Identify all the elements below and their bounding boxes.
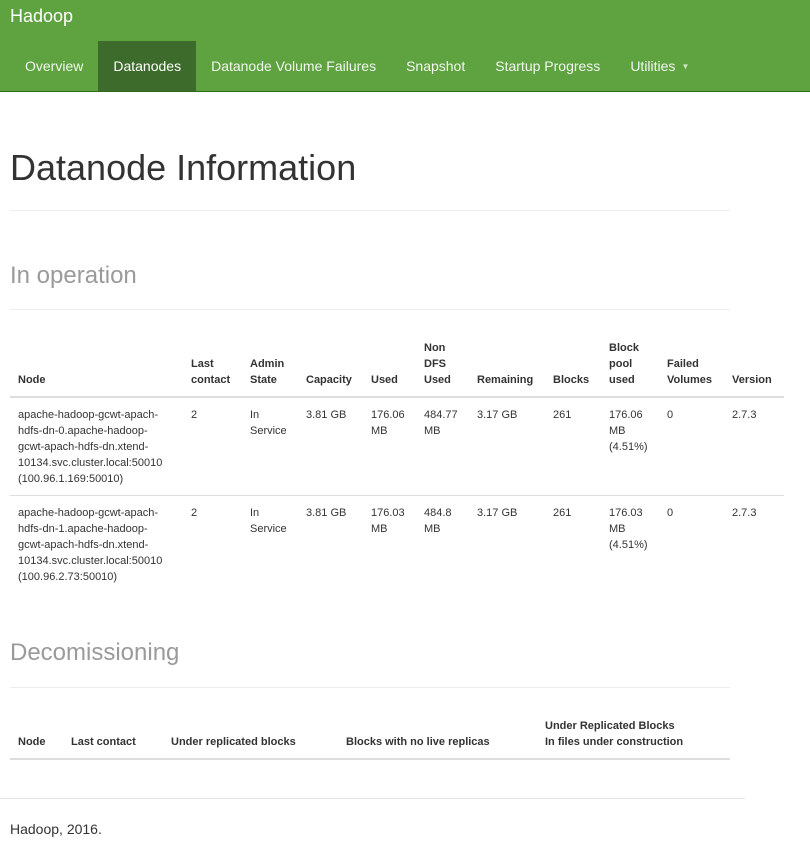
cell-blocks: 261 xyxy=(545,396,601,496)
col-capacity: Capacity xyxy=(298,336,363,398)
nav-snapshot[interactable]: Snapshot xyxy=(391,41,480,91)
cell-last-contact: 2 xyxy=(183,495,242,593)
nav-datanode-volume-failures[interactable]: Datanode Volume Failures xyxy=(196,41,391,91)
cell-block-pool-used: 176.03 MB (4.51%) xyxy=(601,495,659,593)
nav-utilities-label: Utilities xyxy=(630,58,676,74)
caret-down-icon: ▼ xyxy=(681,62,690,72)
col-last-contact: Last contact xyxy=(63,714,163,760)
decommissioning-heading: Decomissioning xyxy=(10,639,180,666)
cell-node: apache-hadoop-gcwt-apach-hdfs-dn-1.apach… xyxy=(10,495,183,593)
cell-remaining: 3.17 GB xyxy=(469,495,545,593)
table-row: apache-hadoop-gcwt-apach-hdfs-dn-0.apach… xyxy=(10,396,784,496)
navbar: Hadoop Overview Datanodes Datanode Volum… xyxy=(0,0,810,92)
footer-divider xyxy=(0,798,745,799)
col-blocks-no-live-replicas: Blocks with no live replicas xyxy=(338,714,537,760)
col-under-replicated-blocks: Under replicated blocks xyxy=(163,714,338,760)
page-title: Datanode Information xyxy=(10,147,357,188)
cell-remaining: 3.17 GB xyxy=(469,396,545,496)
nav-datanodes[interactable]: Datanodes xyxy=(98,41,197,91)
in-operation-table: Node Last contact Admin State Capacity Use… xyxy=(10,336,784,593)
col-failed-volumes: Failed Volumes xyxy=(659,336,724,398)
table-header-row: Node Last contact Under replicated block… xyxy=(10,714,730,760)
col-remaining: Remaining xyxy=(469,336,545,398)
cell-node: apache-hadoop-gcwt-apach-hdfs-dn-0.apach… xyxy=(10,396,183,496)
in-operation-heading: In operation xyxy=(10,262,137,289)
table-header-row: Node Last contact Admin State Capacity Use… xyxy=(10,336,784,398)
decommissioning-table: Node Last contact Under replicated block… xyxy=(10,714,730,760)
cell-admin-state: In Service xyxy=(242,396,298,496)
in-operation-divider xyxy=(10,309,730,310)
title-divider xyxy=(10,210,730,211)
cell-used: 176.06 MB xyxy=(363,396,416,496)
cell-capacity: 3.81 GB xyxy=(298,396,363,496)
cell-failed-volumes: 0 xyxy=(659,396,724,496)
col-used: Used xyxy=(363,336,416,398)
cell-block-pool-used: 176.06 MB (4.51%) xyxy=(601,396,659,496)
col-admin-state: Admin State xyxy=(242,336,298,398)
col-under-construction: Under Replicated Blocks In files under co… xyxy=(537,714,730,760)
cell-capacity: 3.81 GB xyxy=(298,495,363,593)
main-nav: Overview Datanodes Datanode Volume Failu… xyxy=(10,41,704,91)
col-block-pool-used: Block pool used xyxy=(601,336,659,398)
cell-blocks: 261 xyxy=(545,495,601,593)
nav-utilities-dropdown[interactable]: Utilities ▼ xyxy=(615,41,704,91)
cell-used: 176.03 MB xyxy=(363,495,416,593)
nav-overview[interactable]: Overview xyxy=(10,41,98,91)
table-row: apache-hadoop-gcwt-apach-hdfs-dn-1.apach… xyxy=(10,495,784,593)
col-non-dfs-used: Non DFS Used xyxy=(416,336,469,398)
col-node: Node xyxy=(10,336,183,398)
cell-version: 2.7.3 xyxy=(724,495,784,593)
cell-failed-volumes: 0 xyxy=(659,495,724,593)
cell-non-dfs-used: 484.77 MB xyxy=(416,396,469,496)
col-last-contact: Last contact xyxy=(183,336,242,398)
nav-startup-progress[interactable]: Startup Progress xyxy=(480,41,615,91)
cell-last-contact: 2 xyxy=(183,396,242,496)
col-node: Node xyxy=(10,714,63,760)
decommissioning-divider xyxy=(10,687,730,688)
col-version: Version xyxy=(724,336,784,398)
cell-non-dfs-used: 484.8 MB xyxy=(416,495,469,593)
col-blocks: Blocks xyxy=(545,336,601,398)
cell-admin-state: In Service xyxy=(242,495,298,593)
cell-version: 2.7.3 xyxy=(724,396,784,496)
footer-text: Hadoop, 2016. xyxy=(10,821,102,837)
brand-logo[interactable]: Hadoop xyxy=(10,6,73,27)
